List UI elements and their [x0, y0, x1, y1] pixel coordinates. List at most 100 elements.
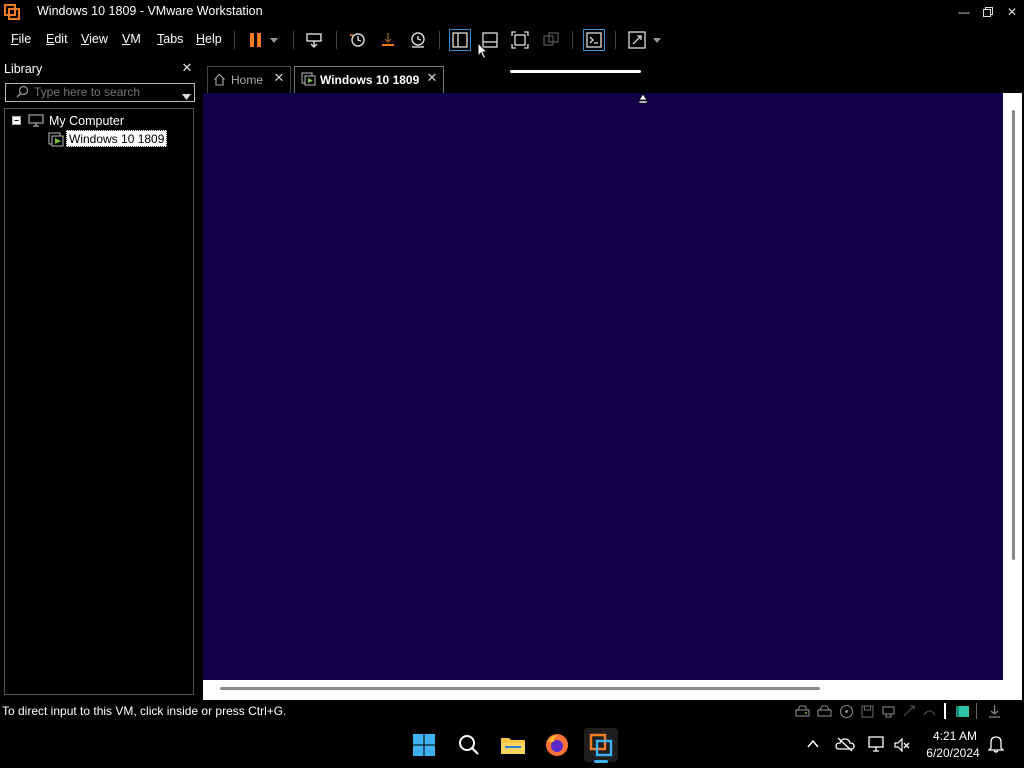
revert-snapshot-button[interactable]: [377, 29, 399, 51]
tab-vm-label: Windows 10 1809: [320, 73, 420, 87]
folder-icon: [501, 738, 525, 754]
message-log-icon[interactable]: [955, 704, 970, 719]
close-icon: ✕: [273, 70, 285, 85]
chevron-up-icon: [807, 739, 819, 748]
snapshot-manager-button[interactable]: [407, 29, 429, 51]
unity-icon: [543, 32, 559, 46]
stretch-icon: [628, 31, 646, 49]
tab-home-close-button[interactable]: ✕: [272, 71, 286, 85]
pause-icon: [250, 33, 261, 47]
show-hidden-icons-button[interactable]: [806, 738, 820, 750]
close-icon: ✕: [1006, 5, 1018, 19]
sidebar-layout-icon: [452, 32, 468, 48]
console-view-button[interactable]: [583, 29, 605, 51]
toolbar-separator: [572, 31, 573, 49]
active-app-indicator: [594, 760, 608, 763]
usb-icon[interactable]: [902, 704, 917, 719]
tree-item-windows-10-vm[interactable]: Windows 10 1809: [66, 130, 168, 147]
floppy-icon[interactable]: [860, 704, 875, 719]
status-separator: [944, 703, 946, 719]
minimize-icon: —: [958, 5, 970, 19]
fullscreen-icon: [511, 31, 529, 49]
firefox-icon: [546, 734, 568, 756]
file-explorer-button[interactable]: [496, 728, 530, 762]
toolbar-separator: [336, 31, 337, 49]
dropdown-arrow-icon: [270, 37, 278, 43]
home-icon: [213, 73, 226, 86]
snapshot-manager-icon: [411, 32, 425, 48]
menu-tabs[interactable]: Tabs: [157, 32, 183, 46]
tab-vm-close-button[interactable]: ✕: [425, 71, 439, 85]
vm-horizontal-scroll-area: [203, 680, 1022, 700]
window-title: Windows 10 1809 - VMware Workstation: [37, 4, 263, 18]
taskbar-clock-date[interactable]: 6/20/2024: [920, 746, 986, 760]
menu-edit[interactable]: Edit: [46, 32, 68, 46]
unity-button[interactable]: [540, 29, 562, 51]
console-icon: [586, 32, 602, 48]
minus-icon: [14, 120, 19, 121]
vm-running-icon: [301, 72, 316, 86]
tree-collapse-toggle[interactable]: [12, 116, 21, 125]
onedrive-offline-icon[interactable]: [835, 736, 855, 752]
vmware-icon: [589, 733, 613, 757]
snapshot-clock-icon: [350, 33, 365, 47]
close-window-button[interactable]: ✕: [1000, 0, 1024, 24]
vmware-taskbar-button[interactable]: [584, 728, 618, 762]
menu-file[interactable]: File: [11, 32, 31, 46]
suspend-button[interactable]: [245, 29, 267, 51]
toolbar-separator: [439, 31, 440, 49]
stretch-dropdown[interactable]: [650, 29, 664, 51]
full-screen-button[interactable]: [509, 29, 531, 51]
volume-muted-icon[interactable]: [893, 736, 911, 754]
show-library-button[interactable]: [449, 29, 471, 51]
taskbar-search-button[interactable]: [452, 728, 486, 762]
sound-icon[interactable]: [922, 704, 937, 719]
stretch-guest-button[interactable]: [626, 29, 648, 51]
send-ctrl-alt-del-button[interactable]: [303, 29, 325, 51]
mouse-cursor-icon: [477, 41, 489, 60]
horizontal-scrollbar[interactable]: [220, 687, 820, 690]
send-keys-icon: [306, 33, 322, 48]
vmware-app-icon[interactable]: [4, 4, 20, 20]
restore-button[interactable]: [976, 0, 1000, 24]
close-icon: ✕: [426, 70, 438, 85]
vm-console-display[interactable]: [203, 93, 1003, 680]
windows-logo-icon: [413, 734, 435, 756]
take-snapshot-button[interactable]: [346, 29, 368, 51]
computer-icon: [28, 114, 44, 127]
network-status-icon[interactable]: [867, 735, 885, 753]
library-tree: [4, 108, 194, 695]
revert-icon: [382, 33, 394, 46]
tree-item-my-computer[interactable]: My Computer: [49, 114, 124, 128]
library-title: Library: [4, 62, 43, 76]
taskbar-clock-time[interactable]: 4:21 AM: [925, 729, 985, 743]
library-close-button[interactable]: ✕: [180, 61, 194, 75]
menu-vm[interactable]: VM: [122, 32, 141, 46]
start-button[interactable]: [407, 728, 441, 762]
toolbar-separator: [234, 31, 235, 49]
menu-view[interactable]: View: [81, 32, 108, 46]
vm-running-icon: [48, 132, 64, 147]
library-search-input[interactable]: [34, 85, 174, 99]
download-icon[interactable]: [987, 704, 1002, 719]
network-adapter-icon[interactable]: [881, 704, 896, 719]
cd-rom-icon[interactable]: [839, 704, 854, 719]
search-dropdown-button[interactable]: [182, 89, 191, 100]
toolbar-separator: [615, 31, 616, 49]
hard-disk-2-icon[interactable]: [817, 704, 832, 719]
firefox-button[interactable]: [540, 728, 574, 762]
status-separator: [976, 703, 977, 719]
notification-bell-icon[interactable]: [987, 735, 1005, 753]
eject-cursor-icon: [638, 93, 648, 104]
power-dropdown[interactable]: [267, 29, 281, 51]
dropdown-arrow-icon: [653, 37, 661, 43]
menu-help[interactable]: Help: [196, 32, 222, 46]
tab-home-label: Home: [231, 73, 264, 87]
close-icon: ✕: [181, 60, 193, 75]
hard-disk-icon[interactable]: [795, 704, 810, 719]
minimize-button[interactable]: —: [952, 0, 976, 24]
status-message: To direct input to this VM, click inside…: [2, 704, 287, 718]
fullscreen-toolbar-handle[interactable]: [510, 70, 641, 73]
vertical-scrollbar[interactable]: [1012, 110, 1015, 560]
search-icon: [16, 85, 29, 98]
